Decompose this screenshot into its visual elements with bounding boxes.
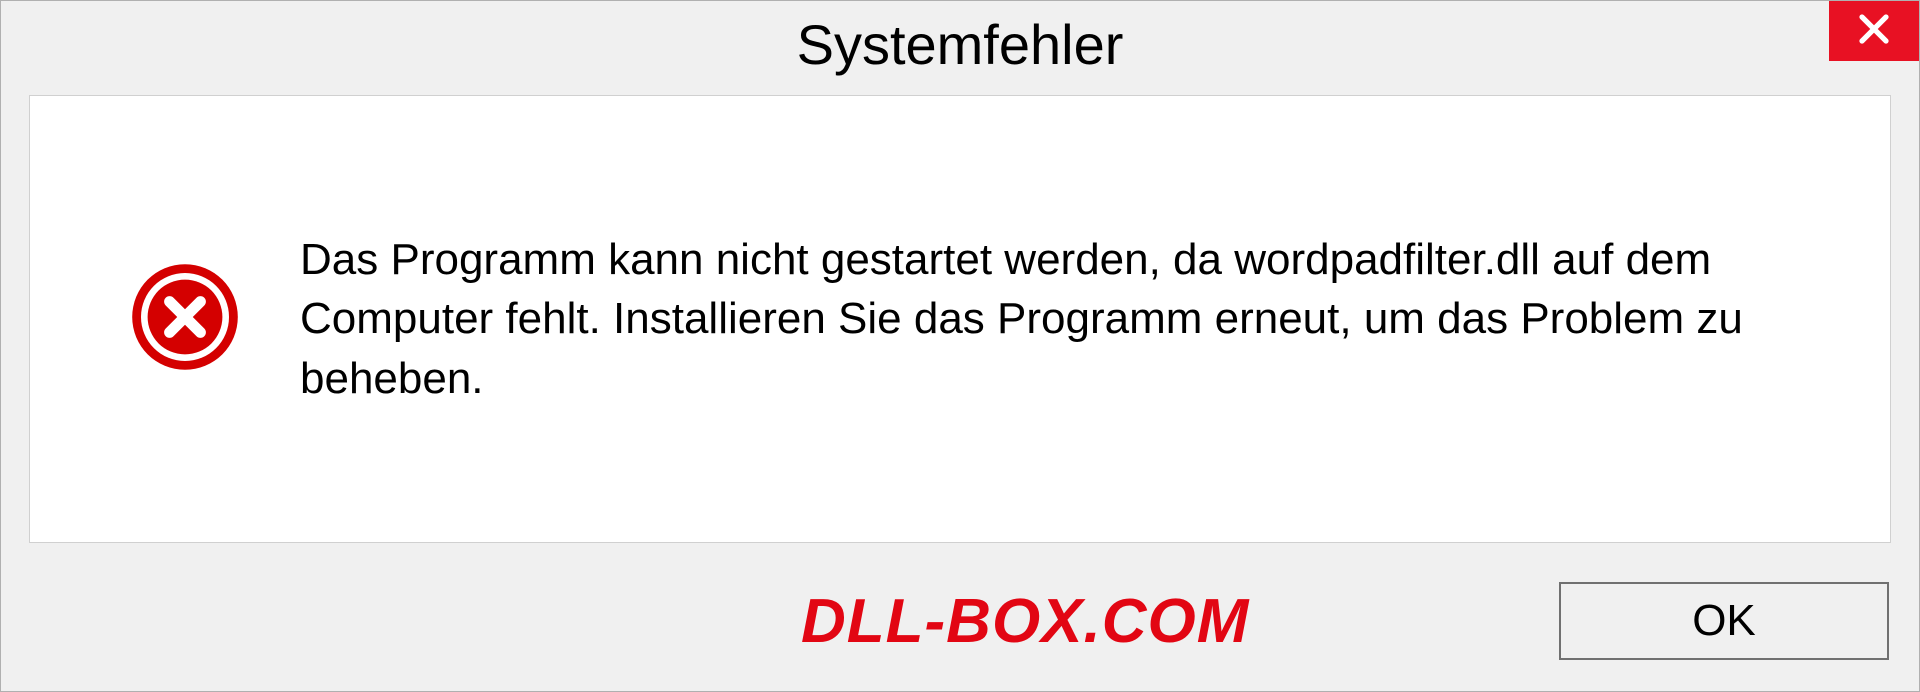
watermark-text: DLL-BOX.COM (801, 586, 1249, 657)
content-area: Das Programm kann nicht gestartet werden… (29, 95, 1891, 543)
ok-button-label: OK (1692, 596, 1756, 646)
close-button[interactable] (1829, 1, 1919, 61)
dialog-footer: DLL-BOX.COM OK (1, 561, 1919, 691)
titlebar: Systemfehler (1, 1, 1919, 87)
ok-button[interactable]: OK (1559, 582, 1889, 660)
error-dialog: Systemfehler Das Programm kann nicht ges… (0, 0, 1920, 692)
close-icon (1856, 11, 1892, 52)
dialog-title: Systemfehler (797, 12, 1124, 77)
error-icon (130, 262, 240, 377)
error-message: Das Programm kann nicht gestartet werden… (300, 230, 1830, 408)
